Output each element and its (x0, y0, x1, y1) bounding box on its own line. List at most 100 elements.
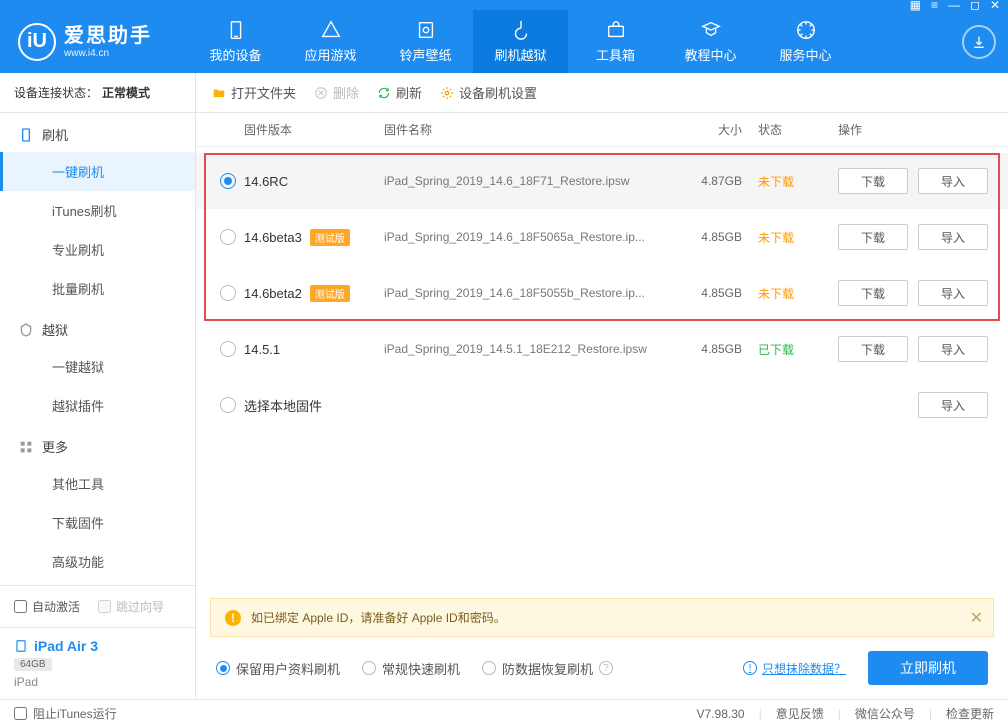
import-button[interactable]: 导入 (918, 392, 988, 418)
device-storage: 64GB (14, 658, 52, 671)
row-status: 未下载 (742, 285, 822, 302)
sidebar-item-pro-flash[interactable]: 专业刷机 (0, 230, 195, 269)
row-version: 14.6RC (244, 174, 384, 189)
warning-icon: ! (225, 610, 241, 626)
download-button[interactable]: 下载 (838, 280, 908, 306)
opt-anti-recovery[interactable]: 防数据恢复刷机? (482, 659, 613, 678)
row-ops: 导入 (822, 392, 992, 418)
row-radio[interactable] (212, 341, 244, 357)
import-button[interactable]: 导入 (918, 336, 988, 362)
opt-keep-data[interactable]: 保留用户资料刷机 (216, 659, 340, 678)
row-version: 选择本地固件 (244, 396, 384, 415)
check-update-link[interactable]: 检查更新 (946, 705, 994, 722)
main-nav: 我的设备 应用游戏 铃声壁纸 刷机越狱 工具箱 教程中心 服务中心 (188, 10, 952, 73)
sidebar-item-download-fw[interactable]: 下载固件 (0, 503, 195, 542)
downloads-icon[interactable] (962, 25, 996, 59)
flash-now-button[interactable]: 立即刷机 (868, 651, 988, 685)
download-button[interactable]: 下载 (838, 224, 908, 250)
nav-my-device[interactable]: 我的设备 (188, 10, 283, 73)
row-radio[interactable] (212, 173, 244, 189)
open-folder-button[interactable]: 打开文件夹 (212, 83, 296, 102)
logo: iU 爱思助手 www.i4.cn (18, 23, 188, 61)
import-button[interactable]: 导入 (918, 224, 988, 250)
block-itunes-checkbox[interactable]: 阻止iTunes运行 (14, 705, 117, 722)
table-header: 固件版本 固件名称 大小 状态 操作 (196, 113, 1008, 147)
skip-setup-checkbox[interactable]: 跳过向导 (98, 598, 164, 615)
download-button[interactable]: 下载 (838, 168, 908, 194)
sidebar-options: 自动激活 跳过向导 (0, 585, 195, 627)
sidebar-group-jailbreak[interactable]: 越狱 (0, 308, 195, 347)
main: 打开文件夹 删除 刷新 设备刷机设置 固件版本 固件名称 大小 状态 操作 14… (196, 73, 1008, 699)
wipe-data-link[interactable]: !只想抹除数据？ (743, 660, 846, 677)
table-row[interactable]: 14.6beta3 测试版iPad_Spring_2019_14.6_18F50… (196, 209, 1008, 265)
sidebar-item-batch-flash[interactable]: 批量刷机 (0, 269, 195, 308)
sidebar-group-flash[interactable]: 刷机 (0, 113, 195, 152)
nav-service[interactable]: 服务中心 (758, 10, 853, 73)
row-version: 14.5.1 (244, 342, 384, 357)
table-row[interactable]: 14.6RCiPad_Spring_2019_14.6_18F71_Restor… (196, 153, 1008, 209)
table-row[interactable]: 14.6beta2 测试版iPad_Spring_2019_14.6_18F50… (196, 265, 1008, 321)
sidebar-item-jb-plugins[interactable]: 越狱插件 (0, 386, 195, 425)
col-version: 固件版本 (244, 121, 384, 138)
row-ops: 下载导入 (822, 280, 992, 306)
apple-id-notice: ! 如已绑定 Apple ID，请准备好 Apple ID和密码。 ✕ (210, 598, 994, 637)
row-filename: iPad_Spring_2019_14.6_18F71_Restore.ipsw (384, 174, 672, 188)
brand-name: 爱思助手 (64, 24, 152, 48)
beta-badge: 测试版 (310, 285, 350, 302)
delete-button: 删除 (314, 83, 359, 102)
row-radio[interactable] (212, 229, 244, 245)
brand-url: www.i4.cn (64, 48, 152, 60)
device-model: iPad (14, 675, 181, 689)
sidebar-item-oneclick-jb[interactable]: 一键越狱 (0, 347, 195, 386)
toolbar: 打开文件夹 删除 刷新 设备刷机设置 (196, 73, 1008, 113)
row-size: 4.85GB (672, 342, 742, 356)
nav-flash[interactable]: 刷机越狱 (473, 10, 568, 73)
opt-fast-flash[interactable]: 常规快速刷机 (362, 659, 460, 678)
row-status: 未下载 (742, 173, 822, 190)
notice-close-icon[interactable]: ✕ (970, 608, 983, 628)
col-name: 固件名称 (384, 121, 672, 138)
logo-icon: iU (18, 23, 56, 61)
maximize-icon[interactable]: ◻ (970, 0, 980, 12)
nav-tutorials[interactable]: 教程中心 (663, 10, 758, 73)
col-size: 大小 (672, 121, 742, 138)
row-filename: iPad_Spring_2019_14.5.1_18E212_Restore.i… (384, 342, 672, 356)
sidebar-item-itunes-flash[interactable]: iTunes刷机 (0, 191, 195, 230)
download-button[interactable]: 下载 (838, 336, 908, 362)
import-button[interactable]: 导入 (918, 168, 988, 194)
row-ops: 下载导入 (822, 224, 992, 250)
firmware-rows: 14.6RCiPad_Spring_2019_14.6_18F71_Restor… (196, 147, 1008, 598)
feedback-link[interactable]: 意见反馈 (776, 705, 824, 722)
row-ops: 下载导入 (822, 336, 992, 362)
row-version: 14.6beta3 测试版 (244, 229, 384, 246)
connection-status: 设备连接状态：正常模式 (0, 73, 195, 113)
local-firmware-row[interactable]: 选择本地固件 导入 (196, 377, 1008, 433)
col-status: 状态 (742, 121, 822, 138)
header: iU 爱思助手 www.i4.cn 我的设备 应用游戏 铃声壁纸 刷机越狱 工具… (0, 10, 1008, 73)
row-radio[interactable] (212, 397, 244, 413)
beta-badge: 测试版 (310, 229, 350, 246)
nav-toolbox[interactable]: 工具箱 (568, 10, 663, 73)
sidebar-item-oneclick-flash[interactable]: 一键刷机 (0, 152, 195, 191)
footer: 阻止iTunes运行 V7.98.30| 意见反馈| 微信公众号| 检查更新 (0, 699, 1008, 727)
close-icon[interactable]: ✕ (990, 0, 1000, 12)
sidebar-item-other-tools[interactable]: 其他工具 (0, 464, 195, 503)
sidebar-item-advanced[interactable]: 高级功能 (0, 542, 195, 581)
row-radio[interactable] (212, 285, 244, 301)
auto-activate-checkbox[interactable]: 自动激活 (14, 598, 80, 615)
refresh-button[interactable]: 刷新 (377, 83, 422, 102)
import-button[interactable]: 导入 (918, 280, 988, 306)
col-ops: 操作 (822, 121, 992, 138)
device-name[interactable]: iPad Air 3 (14, 638, 181, 654)
row-ops: 下载导入 (822, 168, 992, 194)
wechat-link[interactable]: 微信公众号 (855, 705, 915, 722)
row-size: 4.87GB (672, 174, 742, 188)
nav-apps[interactable]: 应用游戏 (283, 10, 378, 73)
flash-settings-button[interactable]: 设备刷机设置 (440, 83, 537, 102)
table-row[interactable]: 14.5.1iPad_Spring_2019_14.5.1_18E212_Res… (196, 321, 1008, 377)
sidebar: 设备连接状态：正常模式 刷机 一键刷机 iTunes刷机 专业刷机 批量刷机 越… (0, 73, 196, 699)
row-status: 未下载 (742, 229, 822, 246)
sidebar-group-more[interactable]: 更多 (0, 425, 195, 464)
nav-ringtones[interactable]: 铃声壁纸 (378, 10, 473, 73)
help-icon[interactable]: ? (599, 661, 613, 675)
